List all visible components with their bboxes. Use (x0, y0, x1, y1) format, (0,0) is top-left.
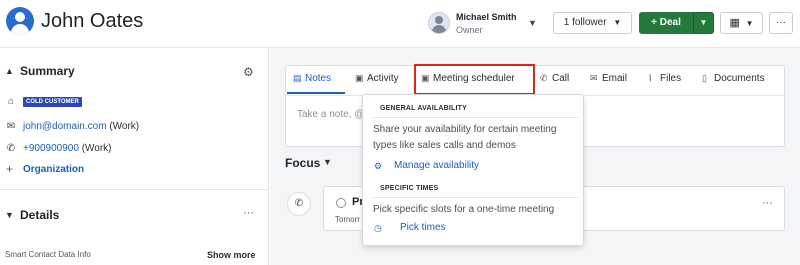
activity-checkbox[interactable] (336, 198, 346, 208)
details-more-button[interactable]: ··· (243, 207, 254, 219)
phone-type: (Work) (81, 143, 112, 154)
contact-name: John Oates (41, 10, 144, 32)
owner-role: Owner (456, 25, 483, 35)
pick-times-link[interactable]: Pick times (400, 222, 446, 233)
envelope-icon: ✉ (6, 121, 16, 132)
tab-label: Notes (305, 73, 332, 84)
chevron-down-icon: ▼ (699, 18, 708, 27)
email-type: (Work) (109, 121, 140, 132)
gear-icon: ⚙ (374, 161, 383, 171)
highlight-box (414, 64, 535, 95)
show-more-button[interactable]: Show more (207, 250, 256, 260)
tab-label: Files (660, 73, 682, 84)
phone-row: +900900900 (Work) (23, 143, 112, 154)
deal-options-button[interactable]: ▼ (693, 12, 714, 34)
activity-due: Tomorr (335, 215, 360, 224)
activity-more-button[interactable]: ··· (762, 197, 773, 209)
view-options-button[interactable]: ▦ ▼ (720, 12, 763, 34)
divider (0, 189, 269, 190)
tab-label: Documents (714, 73, 765, 84)
specific-times-heading: SPECIFIC TIMES (380, 185, 439, 192)
chevron-down-icon: ▼ (613, 18, 622, 27)
manage-availability-link[interactable]: Manage availability (394, 160, 479, 171)
chevron-down-icon: ▼ (528, 18, 537, 28)
plus-icon: + (6, 162, 14, 176)
general-availability-description: Share your availability for certain meet… (373, 124, 557, 151)
clock-icon: ◷ (374, 223, 382, 233)
follower-button[interactable]: 1 follower ▼ (553, 12, 632, 34)
tab-activity[interactable]: ▣ Activity (355, 73, 399, 87)
follower-label: 1 follower (563, 17, 607, 28)
calendar-icon: ▣ (355, 73, 364, 83)
specific-times-description: Pick specific slots for a one-time meeti… (373, 204, 555, 215)
chevron-up-icon[interactable]: ▲ (5, 66, 14, 76)
status-badge[interactable]: COLD CUSTOMER (23, 97, 82, 107)
owner-avatar (428, 12, 450, 34)
tab-documents[interactable]: ▯ Documents (702, 73, 765, 87)
tab-files[interactable]: ⌇ Files (648, 73, 681, 87)
active-tab-indicator (287, 92, 345, 94)
tab-label: Email (602, 73, 628, 84)
phone-icon: ✆ (6, 143, 16, 154)
phone-link[interactable]: +900900900 (23, 143, 79, 154)
tag-icon: ⌂ (7, 96, 15, 107)
email-row: john@domain.com (Work) (23, 121, 139, 132)
divider (373, 117, 578, 118)
call-activity-icon: ✆ (287, 192, 311, 216)
smart-data-label: Smart Contact Data Info (5, 250, 91, 259)
email-link[interactable]: john@domain.com (23, 121, 107, 132)
notes-icon: ▤ (293, 73, 302, 83)
tab-call[interactable]: ✆ Call (540, 73, 569, 87)
chevron-down-icon[interactable]: ▼ (323, 157, 332, 167)
tab-label: Call (552, 73, 570, 84)
tab-label: Activity (367, 73, 399, 84)
divider (373, 197, 578, 198)
envelope-icon: ✉ (590, 73, 598, 83)
chevron-down-icon[interactable]: ▼ (5, 210, 14, 220)
details-title[interactable]: Details (20, 208, 59, 222)
owner-name: Michael Smith (456, 12, 517, 22)
paperclip-icon: ⌇ (648, 73, 653, 83)
summary-title[interactable]: Summary (20, 64, 75, 78)
add-deal-button[interactable]: + Deal (639, 12, 693, 34)
note-input[interactable]: Take a note, @ (297, 109, 364, 120)
grid-icon: ▦ (729, 17, 740, 29)
more-actions-button[interactable]: ··· (769, 12, 793, 34)
document-icon: ▯ (702, 73, 707, 83)
sidebar: ▲ Summary ⚙ ⌂ COLD CUSTOMER ✉ john@domai… (0, 48, 269, 265)
meeting-scheduler-popover: GENERAL AVAILABILITY Share your availabi… (362, 94, 584, 246)
chevron-down-icon: ▼ (745, 19, 754, 28)
contact-avatar (6, 7, 34, 35)
phone-icon: ✆ (540, 73, 548, 83)
contact-header: John Oates Michael Smith Owner ▼ 1 follo… (0, 0, 800, 48)
add-organization-link[interactable]: Organization (23, 164, 84, 175)
general-availability-heading: GENERAL AVAILABILITY (380, 105, 467, 112)
focus-title[interactable]: Focus (285, 156, 320, 170)
tab-email[interactable]: ✉ Email (590, 73, 627, 87)
tab-notes[interactable]: ▤ Notes (293, 73, 331, 87)
gear-icon[interactable]: ⚙ (243, 65, 254, 79)
